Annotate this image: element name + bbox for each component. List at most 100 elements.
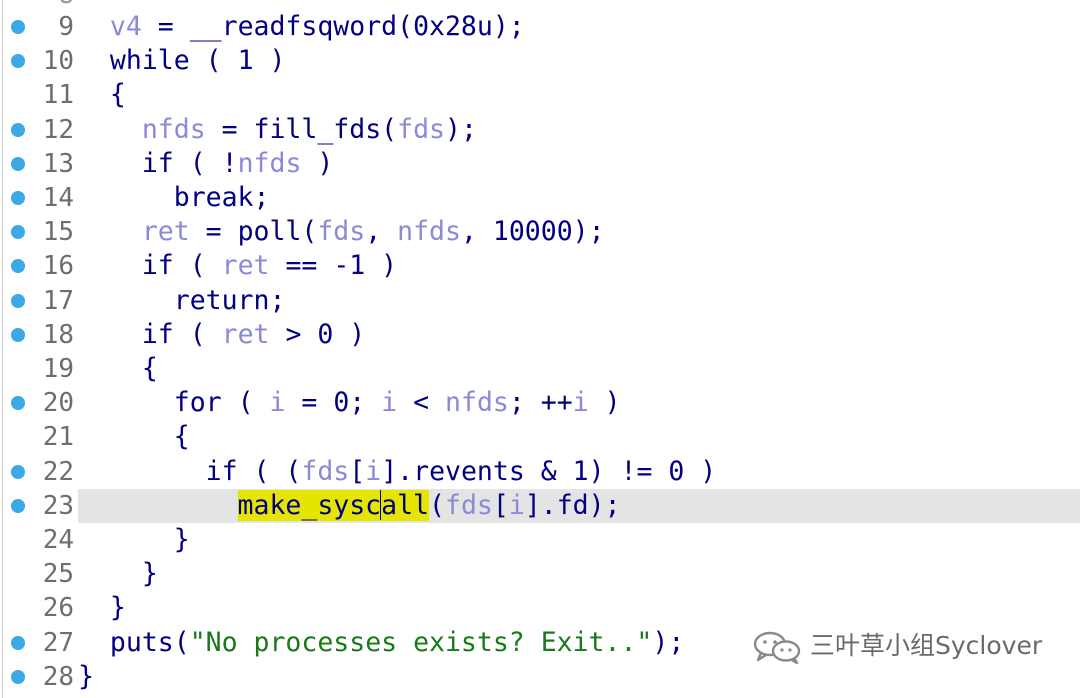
line-gutter[interactable]: 22	[0, 455, 78, 489]
code-line[interactable]: 18 if ( ret > 0 )	[0, 318, 1080, 352]
breakpoint-dot-icon[interactable]	[11, 498, 25, 513]
code-line[interactable]: 24 }	[0, 523, 1080, 557]
line-gutter[interactable]: 11	[0, 78, 78, 112]
breakpoint-dot-icon[interactable]	[11, 191, 25, 205]
line-gutter[interactable]: 21	[0, 420, 78, 454]
breakpoint-dot-icon[interactable]	[11, 293, 25, 308]
line-gutter[interactable]: 26	[0, 591, 78, 625]
line-gutter[interactable]: 10	[0, 44, 78, 78]
keyword-token: for	[173, 387, 222, 419]
variable-token[interactable]: fds	[301, 456, 349, 487]
breakpoint-dot-icon[interactable]	[11, 327, 25, 342]
variable-token[interactable]: nfds	[445, 387, 509, 418]
variable-token[interactable]: ret	[142, 216, 190, 247]
code-line[interactable]: 16 if ( ret == -1 )	[0, 249, 1080, 283]
code-text[interactable]: {	[78, 78, 126, 112]
code-line[interactable]: 12 nfds = fill_fds(fds);	[0, 113, 1080, 147]
line-gutter[interactable]: 28	[0, 660, 78, 694]
variable-token[interactable]: i	[573, 387, 589, 418]
code-text[interactable]: return;	[78, 284, 286, 318]
line-number: 10	[42, 46, 74, 77]
line-gutter[interactable]: 24	[0, 523, 78, 557]
breakpoint-dot-icon[interactable]	[11, 54, 25, 69]
code-line[interactable]: 10 while ( 1 )	[0, 44, 1080, 78]
line-gutter[interactable]: 15	[0, 215, 78, 249]
line-number: 18	[42, 319, 74, 350]
code-text[interactable]: if ( ret == -1 )	[78, 249, 397, 283]
code-editor[interactable]: 8 9 v4 = __readfsqword(0x28u);10 while (…	[0, 0, 1080, 698]
line-gutter[interactable]: 9	[0, 10, 78, 44]
code-text[interactable]: }	[78, 557, 158, 591]
variable-token[interactable]: fds	[445, 490, 493, 521]
breakpoint-dot-icon[interactable]	[11, 122, 25, 137]
line-gutter[interactable]: 19	[0, 352, 78, 386]
keyword-token: if	[141, 318, 174, 350]
code-line[interactable]: 11 {	[0, 78, 1080, 112]
code-text[interactable]: for ( i = 0; i < nfds; ++i )	[78, 386, 621, 420]
code-text[interactable]: }	[78, 523, 190, 557]
code-text[interactable]: }	[78, 660, 94, 694]
line-gutter[interactable]: 17	[0, 284, 78, 318]
code-text[interactable]: ret = poll(fds, nfds, 10000);	[78, 215, 605, 249]
breakpoint-dot-icon[interactable]	[11, 464, 25, 479]
variable-token[interactable]: nfds	[142, 114, 206, 145]
code-text[interactable]: break;	[78, 181, 270, 215]
code-line[interactable]: 13 if ( !nfds )	[0, 147, 1080, 181]
variable-token[interactable]: i	[381, 387, 397, 418]
breakpoint-dot-icon[interactable]	[11, 156, 25, 171]
breakpoint-dot-icon[interactable]	[11, 259, 25, 274]
line-gutter[interactable]: 14	[0, 181, 78, 215]
code-text[interactable]: {	[78, 352, 158, 386]
code-text[interactable]: puts("No processes exists? Exit..");	[78, 626, 684, 660]
line-gutter[interactable]: 12	[0, 113, 78, 147]
code-line[interactable]: 19 {	[0, 352, 1080, 386]
variable-token[interactable]: ret	[222, 250, 270, 281]
variable-token[interactable]: nfds	[238, 148, 302, 179]
code-line[interactable]: 22 if ( (fds[i].revents & 1) != 0 )	[0, 455, 1080, 489]
code-line[interactable]: 14 break;	[0, 181, 1080, 215]
line-number: 9	[58, 12, 74, 42]
code-text[interactable]: }	[78, 591, 126, 625]
variable-token[interactable]: i	[269, 387, 285, 418]
code-text[interactable]: make_syscall(fds[i].fd);	[78, 489, 621, 523]
line-gutter[interactable]: 18	[0, 318, 78, 352]
variable-token[interactable]: i	[365, 456, 381, 487]
code-text[interactable]: if ( (fds[i].revents & 1) != 0 )	[78, 455, 717, 489]
code-text[interactable]: if ( ret > 0 )	[78, 318, 365, 352]
line-gutter[interactable]: 16	[0, 249, 78, 283]
variable-token[interactable]: i	[509, 490, 525, 521]
variable-token[interactable]: nfds	[397, 216, 461, 247]
search-highlight[interactable]: make_sysc	[237, 489, 382, 521]
code-line[interactable]: 26 }	[0, 591, 1080, 625]
variable-token[interactable]: fds	[317, 216, 365, 247]
code-line[interactable]: 17 return;	[0, 284, 1080, 318]
breakpoint-dot-icon[interactable]	[11, 20, 25, 34]
code-line[interactable]: 15 ret = poll(fds, nfds, 10000);	[0, 215, 1080, 249]
code-text[interactable]: {	[78, 420, 190, 454]
line-gutter[interactable]: 23	[0, 489, 78, 523]
code-text[interactable]: while ( 1 )	[78, 44, 286, 78]
line-gutter[interactable]: 27	[0, 626, 78, 660]
variable-token[interactable]: fds	[397, 114, 445, 145]
breakpoint-dot-icon[interactable]	[11, 225, 25, 240]
code-line[interactable]: 9 v4 = __readfsqword(0x28u);	[0, 10, 1080, 44]
code-line-current[interactable]: 23 make_syscall(fds[i].fd);	[0, 488, 1080, 523]
line-gutter[interactable]: 20	[0, 386, 78, 420]
code-text[interactable]: if ( !nfds )	[78, 147, 334, 181]
variable-token[interactable]: ret	[222, 319, 270, 350]
code-token: > 0 )	[269, 318, 366, 350]
line-gutter[interactable]: 25	[0, 557, 78, 591]
code-line[interactable]: 20 for ( i = 0; i < nfds; ++i )	[0, 386, 1080, 420]
breakpoint-dot-icon[interactable]	[11, 669, 25, 684]
code-token: <	[397, 387, 446, 419]
variable-token[interactable]: v4	[110, 11, 142, 42]
code-line[interactable]: 25 }	[0, 557, 1080, 591]
line-gutter[interactable]: 13	[0, 147, 78, 181]
code-line[interactable]: 21 {	[0, 420, 1080, 454]
code-text[interactable]: nfds = fill_fds(fds);	[78, 113, 477, 147]
breakpoint-dot-icon[interactable]	[11, 635, 25, 650]
search-highlight[interactable]: all	[381, 489, 430, 521]
line-number: 24	[42, 525, 74, 555]
code-text[interactable]: v4 = __readfsqword(0x28u);	[78, 10, 525, 44]
breakpoint-dot-icon[interactable]	[11, 396, 25, 411]
